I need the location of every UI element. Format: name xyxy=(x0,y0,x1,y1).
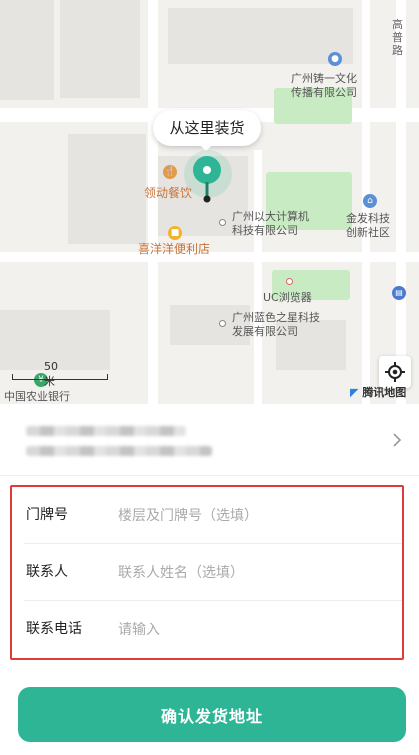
door-number-row: 门牌号 xyxy=(12,487,402,544)
map-block xyxy=(0,0,54,100)
pickup-location-bubble[interactable]: 从这里装货 xyxy=(153,110,261,146)
door-number-input[interactable] xyxy=(118,499,388,533)
map-view[interactable]: 高 普 路 ● 广州铸一文化 传播有限公司 🍴 领动餐饮 广州以大计算机 科技有… xyxy=(0,0,419,404)
contact-info-form: 门牌号 联系人 联系电话 xyxy=(10,485,404,660)
road-label-gaopu: 高 普 路 xyxy=(392,18,403,57)
poi-dot xyxy=(219,219,226,226)
chevron-right-icon xyxy=(393,433,402,447)
bus-stop-icon: ▤ xyxy=(392,286,406,300)
contact-name-input[interactable] xyxy=(118,556,388,590)
community-poi-icon: ⌂ xyxy=(363,194,377,208)
scale-bar xyxy=(12,374,108,380)
map-attribution: ◤ 腾讯地图 xyxy=(350,386,407,399)
crosshair-icon xyxy=(385,362,405,382)
map-road xyxy=(254,150,262,404)
poi-label-nongye[interactable]: 中国农业银行 xyxy=(4,390,70,404)
contact-phone-label: 联系电话 xyxy=(26,621,82,637)
restaurant-poi-icon: 🍴 xyxy=(163,165,177,179)
confirm-address-button[interactable]: 确认发货地址 xyxy=(18,687,406,742)
map-block xyxy=(68,134,146,244)
location-pin-icon[interactable] xyxy=(190,154,224,204)
blurred-address-line xyxy=(26,426,186,436)
map-road xyxy=(148,0,158,404)
map-road xyxy=(396,0,406,404)
poi-dot xyxy=(219,320,226,327)
tencent-logo-icon: ◤ xyxy=(350,386,359,399)
contact-name-label: 联系人 xyxy=(26,564,68,580)
poi-label-canyin[interactable]: 领动餐饮 xyxy=(144,186,192,200)
poi-label-uc[interactable]: UC浏览器 xyxy=(263,291,312,305)
poi-label-jinfa[interactable]: 金发科技 创新社区 xyxy=(346,212,390,240)
blurred-address-line xyxy=(26,446,212,456)
poi-label-xiyang[interactable]: 喜洋洋便利店 xyxy=(138,242,210,256)
contact-phone-row: 联系电话 xyxy=(12,601,402,658)
building-poi-icon: ● xyxy=(328,52,342,66)
map-block xyxy=(60,0,140,98)
shop-poi-icon: ■ xyxy=(168,226,182,240)
map-block xyxy=(168,8,353,64)
poi-label-zhuyi[interactable]: 广州铸一文化 传播有限公司 xyxy=(291,72,357,100)
contact-name-row: 联系人 xyxy=(12,544,402,601)
poi-dot xyxy=(286,278,293,285)
poi-label-lanse[interactable]: 广州蓝色之星科技 发展有限公司 xyxy=(232,311,320,339)
poi-label-yida[interactable]: 广州以大计算机 科技有限公司 xyxy=(232,210,309,238)
contact-phone-input[interactable] xyxy=(118,613,388,647)
selected-address-row[interactable] xyxy=(0,404,419,476)
door-number-label: 门牌号 xyxy=(26,507,68,523)
